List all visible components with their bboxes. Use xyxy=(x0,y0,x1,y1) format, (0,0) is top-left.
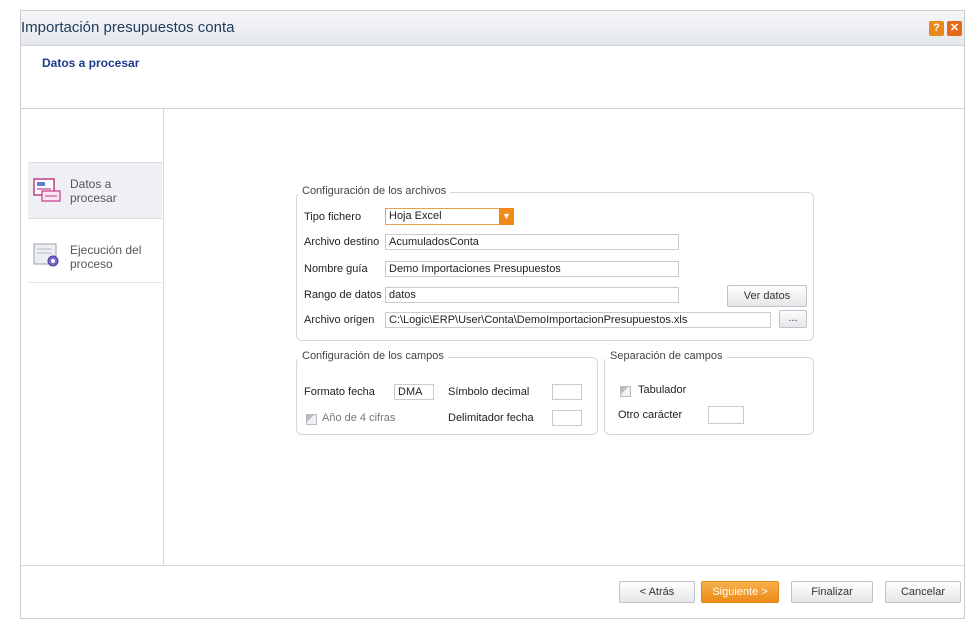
archivo-origen-label: Archivo origen xyxy=(304,314,375,326)
title-bar: Importación presupuestos conta ? ✕ xyxy=(21,11,964,46)
tipo-fichero-value: Hoja Excel xyxy=(389,210,442,222)
window-title: Importación presupuestos conta xyxy=(21,19,235,36)
wizard-steps-pane: Datos a procesar Ejecución del proceso xyxy=(21,109,164,565)
step-title: Datos a procesar xyxy=(42,56,140,70)
tipo-fichero-select[interactable]: Hoja Excel ▼ xyxy=(385,208,514,225)
nav-item-label: Ejecución del proceso xyxy=(70,243,142,271)
otro-caracter-field[interactable] xyxy=(708,406,744,424)
simbolo-decimal-field[interactable] xyxy=(552,384,582,400)
simbolo-decimal-label: Símbolo decimal xyxy=(448,386,530,398)
data-form-icon xyxy=(33,178,61,202)
cancelar-button[interactable]: Cancelar xyxy=(885,581,961,603)
delimitador-fecha-field[interactable] xyxy=(552,410,582,426)
separacion-legend: Separación de campos xyxy=(606,350,727,362)
formato-fecha-field[interactable]: DMA xyxy=(394,384,434,400)
step-header: Datos a procesar xyxy=(21,46,964,109)
help-icon[interactable]: ? xyxy=(929,21,944,36)
campos-legend: Configuración de los campos xyxy=(298,350,448,362)
tabulador-checkbox[interactable] xyxy=(620,386,631,397)
nav-item-datos-a-procesar[interactable]: Datos a procesar xyxy=(28,162,162,219)
close-icon[interactable]: ✕ xyxy=(947,21,962,36)
rango-datos-field[interactable]: datos xyxy=(385,287,679,303)
nombre-guia-label: Nombre guía xyxy=(304,263,368,275)
archivo-origen-field[interactable]: C:\Logic\ERP\User\Conta\DemoImportacionP… xyxy=(385,312,771,328)
finalizar-button[interactable]: Finalizar xyxy=(791,581,873,603)
process-gear-icon xyxy=(33,243,59,267)
nav-item-label: Datos a procesar xyxy=(70,177,117,205)
footer-divider xyxy=(21,565,964,566)
archivos-legend: Configuración de los archivos xyxy=(298,185,451,197)
nombre-guia-field[interactable]: Demo Importaciones Presupuestos xyxy=(385,261,679,277)
atras-button[interactable]: < Atrás xyxy=(619,581,695,603)
ver-datos-button[interactable]: Ver datos xyxy=(727,285,807,307)
anio-4-cifras-checkbox[interactable] xyxy=(306,414,317,425)
nav-item-ejecucion-del-proceso[interactable]: Ejecución del proceso xyxy=(28,229,162,283)
formato-fecha-label: Formato fecha xyxy=(304,386,375,398)
archivo-destino-field[interactable]: AcumuladosConta xyxy=(385,234,679,250)
tipo-fichero-label: Tipo fichero xyxy=(304,211,362,223)
archivo-destino-label: Archivo destino xyxy=(304,236,380,248)
otro-caracter-label: Otro carácter xyxy=(618,409,683,421)
chevron-down-icon[interactable]: ▼ xyxy=(499,208,514,225)
tabulador-label: Tabulador xyxy=(638,384,687,396)
delimitador-fecha-label: Delimitador fecha xyxy=(448,412,534,424)
rango-datos-label: Rango de datos xyxy=(304,289,382,301)
browse-button[interactable]: ... xyxy=(779,310,807,328)
anio-4-cifras-label: Año de 4 cifras xyxy=(322,412,396,424)
siguiente-button[interactable]: Siguiente > xyxy=(701,581,779,603)
